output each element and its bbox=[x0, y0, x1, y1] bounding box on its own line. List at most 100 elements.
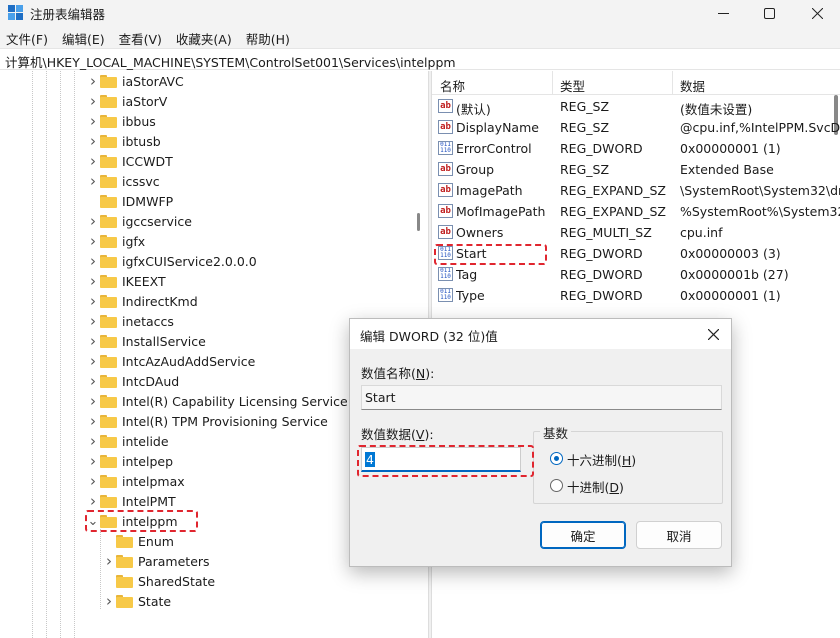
ok-button[interactable]: 确定 bbox=[540, 521, 626, 549]
radio-decimal-accesskey: D bbox=[609, 480, 620, 495]
tree-item[interactable]: IDMWFP bbox=[86, 191, 173, 211]
tree-item[interactable]: › iaStorV bbox=[86, 91, 167, 111]
chevron-right-icon[interactable]: › bbox=[86, 231, 100, 251]
tree-item[interactable]: › iaStorAVC bbox=[86, 71, 184, 91]
tree-item[interactable]: › intelpmax bbox=[86, 471, 185, 491]
value-data-cell: cpu.inf bbox=[680, 225, 723, 240]
tree-item[interactable]: › intelpep bbox=[86, 451, 173, 471]
value-name-field[interactable]: Start bbox=[361, 385, 722, 410]
tree-scroll-thumb[interactable] bbox=[417, 213, 420, 231]
tree-item[interactable]: › ibbus bbox=[86, 111, 156, 131]
radio-hex-label[interactable]: 十六进制(H) bbox=[567, 450, 636, 469]
chevron-right-icon[interactable]: › bbox=[86, 271, 100, 291]
chevron-right-icon[interactable]: › bbox=[86, 451, 100, 471]
menu-file[interactable]: 文件(F) bbox=[0, 26, 56, 48]
folder-icon bbox=[100, 194, 117, 208]
close-button[interactable] bbox=[794, 0, 840, 26]
tree-item[interactable]: › igfxCUIService2.0.0.0 bbox=[86, 251, 257, 271]
menu-view[interactable]: 查看(V) bbox=[113, 26, 170, 48]
value-row[interactable]: 011 110 Tag REG_DWORD 0x0000001b (27) bbox=[432, 264, 840, 285]
string-value-icon: ab bbox=[438, 225, 453, 239]
chevron-right-icon[interactable]: › bbox=[86, 151, 100, 171]
tree-item[interactable]: › inetaccs bbox=[86, 311, 174, 331]
binary-value-icon: 011 110 bbox=[438, 267, 453, 281]
value-row[interactable]: 011 110 Type REG_DWORD 0x00000001 (1) bbox=[432, 285, 840, 306]
chevron-right-icon[interactable]: › bbox=[102, 551, 116, 571]
value-name-cell: Owners bbox=[456, 225, 504, 240]
value-type-cell: REG_SZ bbox=[560, 162, 610, 177]
regedit-app-icon bbox=[8, 5, 23, 20]
radio-hex[interactable] bbox=[550, 452, 563, 465]
value-data-cell: \SystemRoot\System32\drivers\intelppm.sy… bbox=[680, 183, 840, 198]
tree-guide-line bbox=[60, 71, 61, 638]
folder-icon bbox=[100, 234, 117, 248]
cancel-button[interactable]: 取消 bbox=[636, 521, 722, 549]
tree-item[interactable]: › IntelPMT bbox=[86, 491, 176, 511]
tree-item[interactable]: › Parameters bbox=[102, 551, 210, 571]
value-data-label-text: 数值数据( bbox=[361, 427, 416, 442]
column-header-type[interactable]: 类型 bbox=[560, 76, 585, 95]
menu-help[interactable]: 帮助(H) bbox=[240, 26, 298, 48]
chevron-right-icon[interactable]: › bbox=[86, 71, 100, 91]
folder-icon bbox=[100, 214, 117, 228]
tree-item[interactable]: › ibtusb bbox=[86, 131, 161, 151]
radio-decimal[interactable] bbox=[550, 479, 563, 492]
radio-decimal-label-suffix: ) bbox=[619, 480, 624, 495]
tree-item[interactable]: › InstallService bbox=[86, 331, 206, 351]
tree-item[interactable]: › IntcDAud bbox=[86, 371, 179, 391]
tree-item[interactable]: › igfx bbox=[86, 231, 145, 251]
chevron-right-icon[interactable]: › bbox=[86, 351, 100, 371]
tree-item[interactable]: › ICCWDT bbox=[86, 151, 173, 171]
tree-item[interactable]: › intelide bbox=[86, 431, 169, 451]
chevron-right-icon[interactable]: › bbox=[86, 431, 100, 451]
value-row[interactable]: ab (默认) REG_SZ (数值未设置) bbox=[432, 96, 840, 117]
tree-item-label: igfxCUIService2.0.0.0 bbox=[122, 253, 257, 269]
tree-item[interactable]: › Intel(R) TPM Provisioning Service bbox=[86, 411, 328, 431]
tree-item[interactable]: › IndirectKmd bbox=[86, 291, 198, 311]
address-bar[interactable]: 计算机\HKEY_LOCAL_MACHINE\SYSTEM\ControlSet… bbox=[0, 48, 840, 70]
tree-item[interactable]: › IKEEXT bbox=[86, 271, 166, 291]
folder-icon bbox=[116, 534, 133, 548]
chevron-right-icon[interactable]: › bbox=[86, 491, 100, 511]
tree-item[interactable]: SharedState bbox=[102, 571, 215, 591]
tree-item[interactable]: › igccservice bbox=[86, 211, 192, 231]
column-header-name[interactable]: 名称 bbox=[440, 76, 465, 95]
tree-item-label: intelide bbox=[122, 433, 169, 449]
value-row[interactable]: ab Owners REG_MULTI_SZ cpu.inf bbox=[432, 222, 840, 243]
chevron-right-icon[interactable]: › bbox=[86, 471, 100, 491]
dialog-close-button[interactable] bbox=[701, 322, 725, 346]
chevron-right-icon[interactable]: › bbox=[86, 291, 100, 311]
column-header-data[interactable]: 数据 bbox=[680, 76, 705, 95]
menu-edit[interactable]: 编辑(E) bbox=[56, 26, 113, 48]
chevron-right-icon[interactable]: › bbox=[86, 311, 100, 331]
tree-item[interactable]: › icssvc bbox=[86, 171, 160, 191]
chevron-right-icon[interactable]: › bbox=[86, 171, 100, 191]
tree-item[interactable]: Enum bbox=[102, 531, 174, 551]
chevron-right-icon[interactable]: › bbox=[86, 371, 100, 391]
tree-item[interactable]: › IntcAzAudAddService bbox=[86, 351, 255, 371]
title-bar[interactable]: 注册表编辑器 bbox=[0, 0, 840, 26]
chevron-right-icon[interactable]: › bbox=[86, 131, 100, 151]
minimize-button[interactable] bbox=[700, 0, 746, 26]
chevron-right-icon[interactable]: › bbox=[86, 211, 100, 231]
menu-favorites[interactable]: 收藏夹(A) bbox=[170, 26, 240, 48]
chevron-right-icon[interactable]: › bbox=[86, 391, 100, 411]
radio-decimal-label[interactable]: 十进制(D) bbox=[567, 477, 624, 496]
value-row[interactable]: ab DisplayName REG_SZ @cpu.inf,%IntelPPM.Sv… bbox=[432, 117, 840, 138]
chevron-right-icon[interactable]: › bbox=[86, 91, 100, 111]
chevron-right-icon[interactable]: › bbox=[86, 251, 100, 271]
column-divider[interactable] bbox=[672, 71, 673, 95]
column-divider[interactable] bbox=[552, 71, 553, 95]
chevron-right-icon[interactable]: › bbox=[86, 331, 100, 351]
dialog-title-bar[interactable]: 编辑 DWORD (32 位)值 bbox=[350, 319, 731, 349]
value-row[interactable]: ab Group REG_SZ Extended Base bbox=[432, 159, 840, 180]
chevron-right-icon[interactable]: › bbox=[102, 591, 116, 611]
value-row[interactable]: 011 110 ErrorControl REG_DWORD 0x00000001 (… bbox=[432, 138, 840, 159]
radio-hex-accesskey: H bbox=[621, 453, 632, 468]
maximize-button[interactable] bbox=[746, 0, 792, 26]
value-row[interactable]: ab ImagePath REG_EXPAND_SZ \SystemRoot\Syst… bbox=[432, 180, 840, 201]
value-row[interactable]: ab MofImagePath REG_EXPAND_SZ %SystemRoot%\… bbox=[432, 201, 840, 222]
chevron-right-icon[interactable]: › bbox=[86, 111, 100, 131]
tree-item[interactable]: › State bbox=[102, 591, 171, 611]
chevron-right-icon[interactable]: › bbox=[86, 411, 100, 431]
